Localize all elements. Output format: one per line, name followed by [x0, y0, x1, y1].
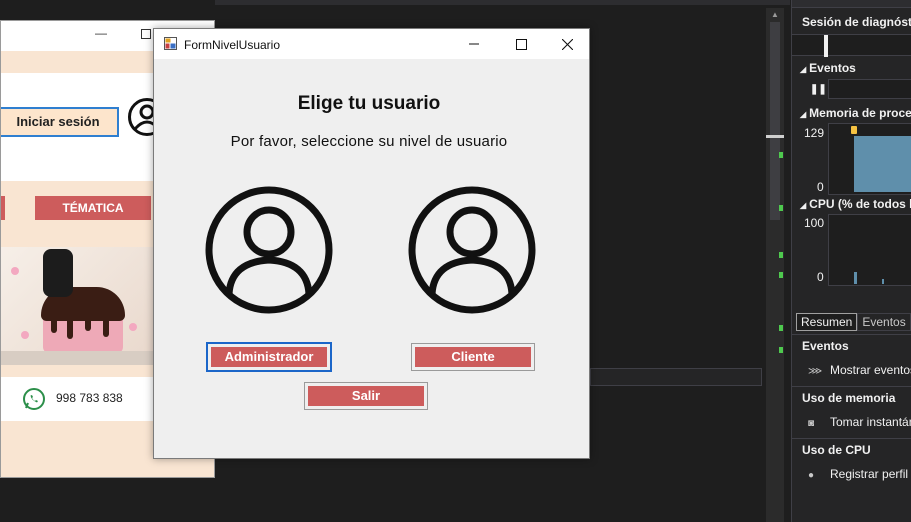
flower-decoration: [11, 267, 19, 275]
client-user-icon[interactable]: [406, 184, 538, 316]
memory-axis-min: 0: [817, 180, 824, 194]
collapse-triangle-icon[interactable]: ◢: [800, 201, 806, 210]
pause-icon[interactable]: ❚❚: [810, 84, 827, 95]
show-events-link[interactable]: ⋙ Mostrar eventos: [808, 363, 911, 377]
maximize-icon: [515, 38, 527, 50]
exit-button[interactable]: Salir: [304, 382, 428, 410]
admin-button[interactable]: Administrador: [206, 342, 332, 372]
login-button[interactable]: Iniciar sesión: [1, 107, 119, 137]
scroll-position-marker: [766, 135, 784, 138]
scroll-up-arrow-icon[interactable]: ▲: [771, 10, 779, 19]
change-marker: [779, 325, 783, 331]
camera-icon: ◙: [808, 418, 815, 429]
memory-section-header[interactable]: ◢ Memoria de proces: [800, 106, 911, 120]
take-snapshot-button[interactable]: ◙ Tomar instantán: [808, 415, 911, 429]
chocolate-drip: [51, 317, 57, 333]
chocolate-drip: [103, 317, 109, 337]
collapse-triangle-icon[interactable]: ◢: [800, 65, 806, 74]
minimize-button[interactable]: [451, 29, 497, 59]
events-group-header: Eventos: [792, 334, 911, 356]
record-dot-icon: ●: [808, 470, 815, 481]
scrollbar-thumb[interactable]: [770, 22, 780, 220]
change-marker: [779, 205, 783, 211]
flower-decoration: [21, 331, 29, 339]
change-marker: [779, 272, 783, 278]
memory-usage-header: Uso de memoria: [792, 386, 911, 408]
record-cpu-profile-button[interactable]: ●Registrar perfil C: [808, 467, 911, 481]
cpu-chart: [828, 214, 911, 286]
user-level-dialog: FormNivelUsuario Elige tu usuario Por fa…: [153, 28, 590, 459]
nav-item-tematica[interactable]: TÉMATICA: [35, 196, 151, 220]
close-icon: [561, 38, 573, 50]
nav-menu-item[interactable]: [1, 196, 5, 220]
chocolate-drip: [85, 317, 91, 331]
cake-photo: [1, 247, 154, 365]
session-timeline[interactable]: [792, 34, 911, 57]
change-marker: [779, 347, 783, 353]
timeline-cursor[interactable]: [824, 35, 828, 57]
minimize-icon: [469, 43, 479, 45]
close-button[interactable]: [544, 29, 590, 59]
cake-tray: [1, 351, 154, 365]
change-marker: [779, 252, 783, 258]
cpu-section-header[interactable]: ◢ CPU (% de todos lo: [800, 197, 911, 211]
tab-eventos[interactable]: Eventos: [857, 313, 911, 331]
diagnostic-tabs: Resumen Eventos: [796, 313, 911, 331]
output-window-bar: [590, 368, 762, 386]
page-title: Elige tu usuario: [297, 93, 441, 114]
memory-usage-area: [854, 136, 911, 192]
cpu-usage-bar: [882, 279, 884, 284]
form-app-icon: [164, 37, 177, 50]
events-section-header[interactable]: ◢ Eventos: [800, 61, 856, 75]
change-marker: [779, 152, 783, 158]
flower-decoration: [129, 323, 137, 331]
cpu-axis-max: 100: [804, 216, 825, 230]
cpu-axis-min: 0: [817, 270, 824, 284]
chocolate-drip: [67, 317, 73, 339]
minimize-icon[interactable]: —: [95, 26, 107, 40]
gloved-hand: [43, 249, 73, 297]
dialog-title: FormNivelUsuario: [184, 38, 281, 52]
cpu-usage-header: Uso de CPU: [792, 438, 911, 460]
maximize-icon[interactable]: [141, 29, 151, 39]
gc-marker-icon: [851, 126, 857, 134]
admin-user-icon[interactable]: [203, 184, 335, 316]
editor-scrollbar[interactable]: ▲: [766, 8, 784, 522]
editor-tab-strip: [215, 0, 790, 5]
dialog-titlebar[interactable]: FormNivelUsuario: [154, 29, 589, 59]
events-track: [828, 79, 911, 99]
memory-axis-max: 129: [804, 126, 825, 140]
collapse-triangle-icon[interactable]: ◢: [800, 110, 806, 119]
desktop: ▲ Sesión de diagnóstic ◢ Eventos ❚❚ ◢ Memo…: [0, 0, 911, 522]
maximize-button[interactable]: [498, 29, 544, 59]
subtitle: Por favor, seleccione su nivel de usuari…: [230, 133, 508, 150]
tab-resumen[interactable]: Resumen: [796, 313, 858, 331]
client-button[interactable]: Cliente: [411, 343, 535, 371]
diagnostic-tools-panel: Sesión de diagnóstic ◢ Eventos ❚❚ ◢ Memori…: [791, 0, 911, 522]
panel-toolbar: [792, 0, 911, 8]
phone-number: 998 783 838: [56, 391, 123, 405]
diagnostic-session-title: Sesión de diagnóstic: [802, 15, 911, 29]
whatsapp-icon[interactable]: [22, 387, 46, 411]
events-icon: ⋙: [808, 366, 823, 377]
cpu-usage-bar: [854, 272, 857, 284]
